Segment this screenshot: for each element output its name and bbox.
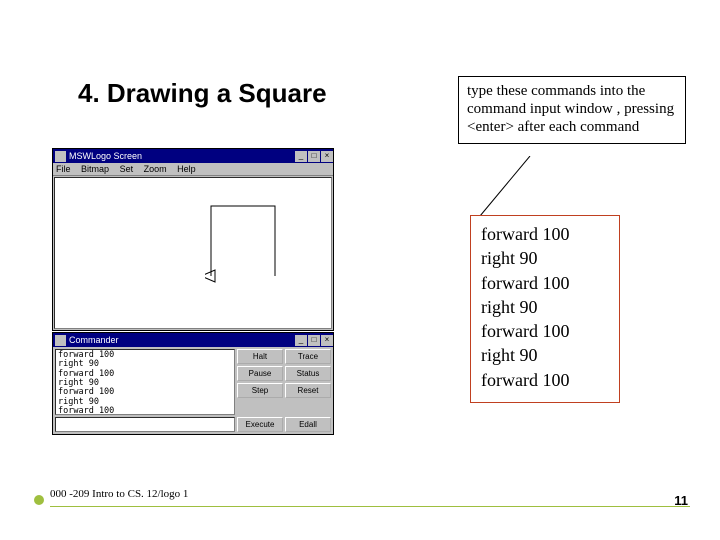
menu-set[interactable]: Set: [120, 164, 134, 174]
step-button[interactable]: Step: [237, 383, 283, 398]
commands-listing: forward 100 right 90 forward 100 right 9…: [470, 215, 620, 403]
minimize-icon[interactable]: _: [295, 335, 307, 346]
menu-bar: File Bitmap Set Zoom Help: [53, 163, 333, 176]
turtle-path: [205, 196, 285, 286]
footer-course-info: 000 -209 Intro to CS. 12/logo 1: [50, 488, 188, 500]
main-window-title: MSWLogo Screen: [69, 151, 294, 161]
commander-buttons: Halt Trace Pause Status Step Reset: [237, 349, 331, 415]
execute-button[interactable]: Execute: [237, 417, 283, 432]
main-window: MSWLogo Screen _ □ × File Bitmap Set Zoo…: [52, 148, 334, 331]
commander-title: Commander: [69, 335, 294, 345]
main-titlebar: MSWLogo Screen _ □ ×: [53, 149, 333, 163]
edall-button[interactable]: Edall: [285, 417, 331, 432]
menu-zoom[interactable]: Zoom: [144, 164, 167, 174]
halt-button[interactable]: Halt: [237, 349, 283, 364]
menu-bitmap[interactable]: Bitmap: [81, 164, 109, 174]
commands-text: forward 100 right 90 forward 100 right 9…: [481, 222, 609, 392]
mswlogo-app: MSWLogo Screen _ □ × File Bitmap Set Zoo…: [52, 148, 334, 436]
maximize-icon[interactable]: □: [308, 335, 320, 346]
menu-file[interactable]: File: [56, 164, 71, 174]
commander-window: Commander _ □ × forward 100 right 90 for…: [52, 332, 334, 435]
slide-title: 4. Drawing a Square: [78, 78, 327, 109]
close-icon[interactable]: ×: [321, 151, 333, 162]
accent-dot-icon: [34, 495, 44, 505]
instruction-callout: type these commands into the command inp…: [458, 76, 686, 144]
pause-button[interactable]: Pause: [237, 366, 283, 381]
maximize-icon[interactable]: □: [308, 151, 320, 162]
command-input[interactable]: [55, 417, 235, 432]
system-menu-icon[interactable]: [55, 335, 66, 346]
commander-input-row: Execute Edall: [53, 417, 333, 434]
footer-divider: [50, 506, 690, 507]
close-icon[interactable]: ×: [321, 335, 333, 346]
menu-help[interactable]: Help: [177, 164, 196, 174]
system-menu-icon[interactable]: [55, 151, 66, 162]
command-history[interactable]: forward 100 right 90 forward 100 right 9…: [55, 349, 235, 415]
status-button[interactable]: Status: [285, 366, 331, 381]
commander-titlebar: Commander _ □ ×: [53, 333, 333, 347]
drawing-canvas: [54, 177, 332, 329]
trace-button[interactable]: Trace: [285, 349, 331, 364]
commander-body: forward 100 right 90 forward 100 right 9…: [53, 347, 333, 417]
reset-button[interactable]: Reset: [285, 383, 331, 398]
minimize-icon[interactable]: _: [295, 151, 307, 162]
